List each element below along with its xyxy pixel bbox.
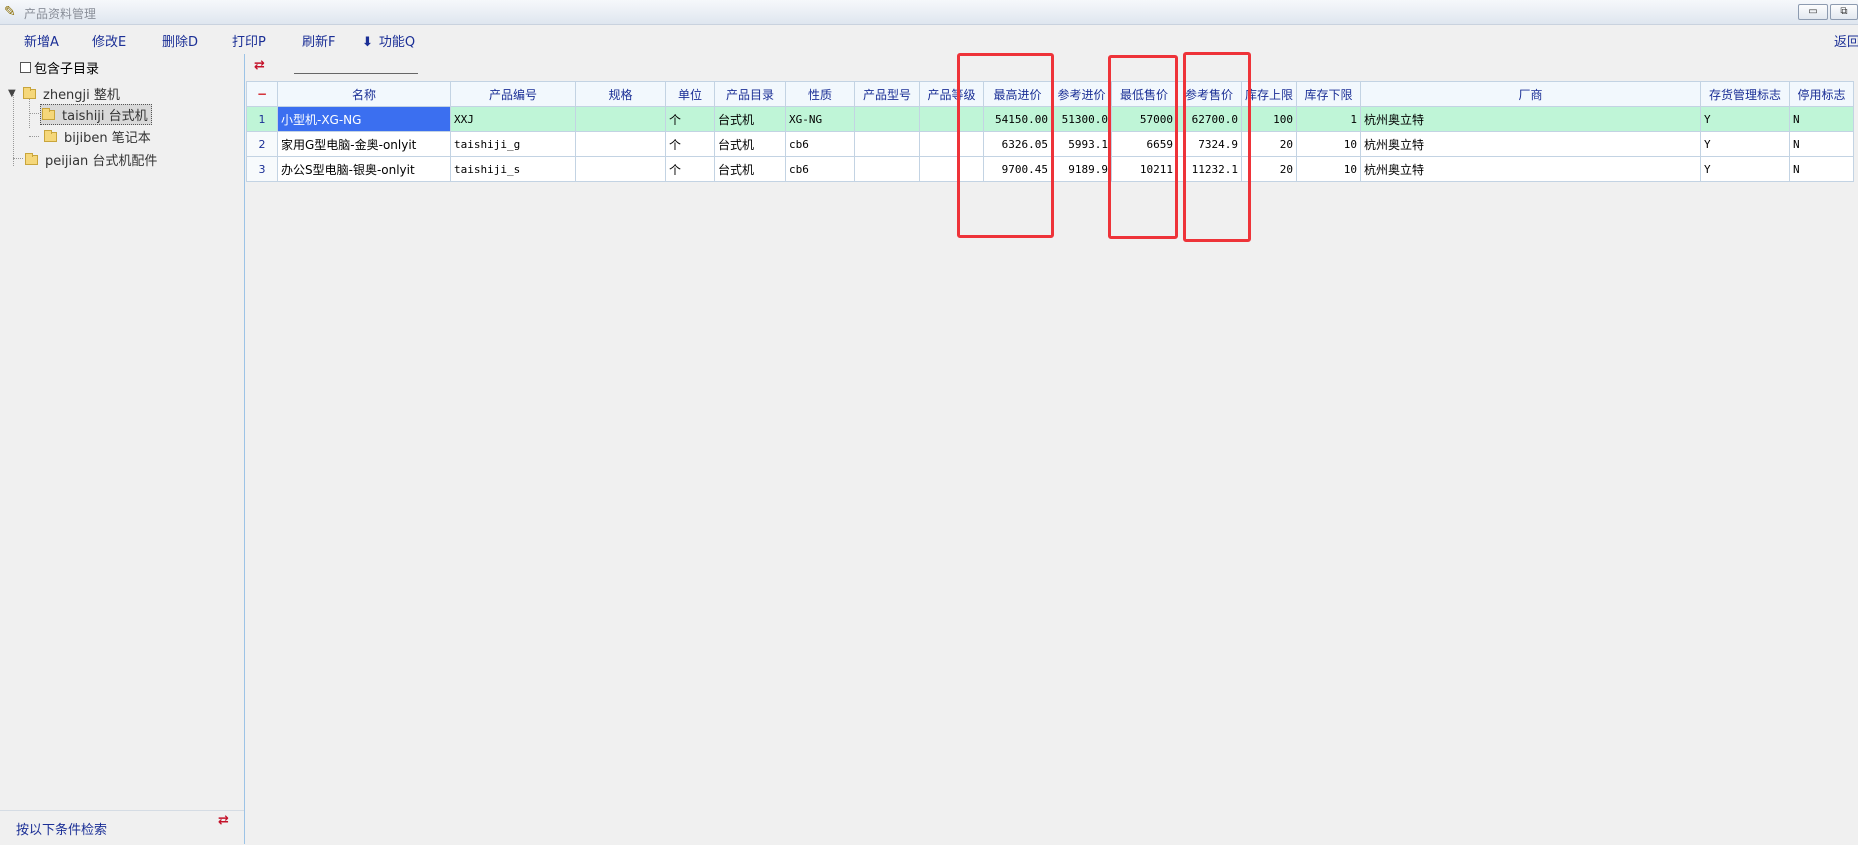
checkbox-icon [20,62,31,73]
cell-name[interactable]: 办公S型电脑-银奥-onlyit [277,156,451,182]
search-conditions-label[interactable]: 按以下条件检索 [16,819,107,838]
cell-spec[interactable] [575,131,666,157]
column-header-code[interactable]: 产品编号 [450,81,576,107]
tree-connector [29,136,39,137]
cell-vendor[interactable]: 杭州奥立特 [1360,106,1701,132]
include-subdirectory-label: 包含子目录 [34,62,100,77]
table-corner[interactable]: − [246,81,278,107]
cell-model[interactable] [854,156,920,182]
tree-node-bijiben[interactable]: bijiben 笔记本 [44,127,151,146]
column-header-name[interactable]: 名称 [277,81,451,107]
cell-name[interactable]: 小型机-XG-NG [277,106,451,132]
tree-connector [29,113,39,114]
print-button[interactable]: 打印P [232,31,266,50]
cell-vendor[interactable]: 杭州奥立特 [1360,156,1701,182]
cell-spec[interactable] [575,106,666,132]
collapse-icon: − [256,87,268,101]
column-header-model[interactable]: 产品型号 [854,81,920,107]
arrow-down-icon: ⬇ [362,35,373,50]
column-header-ref-purchase-price[interactable]: 参考进价 [1051,81,1112,107]
cell-ref-purchase-price[interactable]: 5993.1 [1051,131,1112,157]
app-icon: ✎ [4,4,16,20]
tree-connector [13,92,14,166]
cell-inventory-flag[interactable]: Y [1700,156,1790,182]
column-header-nature[interactable]: 性质 [785,81,855,107]
function-menu-label: 功能Q [378,35,416,50]
column-header-spec[interactable]: 规格 [575,81,666,107]
cell-disabled-flag[interactable]: N [1789,106,1854,132]
folder-icon [44,129,57,142]
swap-icon[interactable]: ⇄ [254,58,265,73]
cell-catalog[interactable]: 台式机 [714,156,786,182]
cell-name[interactable]: 家用G型电脑-金奥-onlyit [277,131,451,157]
column-header-unit[interactable]: 单位 [665,81,715,107]
tree-node-label: bijiben 笔记本 [64,131,151,146]
cell-vendor[interactable]: 杭州奥立特 [1360,131,1701,157]
cell-unit[interactable]: 个 [665,131,715,157]
row-number[interactable]: 3 [246,156,278,182]
folder-icon [23,86,36,99]
edit-button[interactable]: 修改E [92,31,126,50]
swap-icon[interactable]: ⇄ [218,813,229,828]
tree-connector [13,158,23,159]
window-titlebar: ✎ 产品资料管理 ▭ ⧉ [0,0,1858,25]
cell-code[interactable]: taishiji_s [450,156,576,182]
tree-node-label: peijian 台式机配件 [45,154,158,169]
row-number[interactable]: 2 [246,131,278,157]
cell-code[interactable]: taishiji_g [450,131,576,157]
column-header-vendor[interactable]: 厂商 [1360,81,1701,107]
folder-open-icon [42,107,55,120]
minimize-button[interactable]: ▭ [1798,4,1828,20]
column-header-catalog[interactable]: 产品目录 [714,81,786,107]
cell-stock-min[interactable]: 10 [1296,131,1361,157]
cell-model[interactable] [854,131,920,157]
window-title: 产品资料管理 [24,7,97,21]
tree-node-peijian[interactable]: peijian 台式机配件 [25,150,157,169]
search-conditions-bar: 按以下条件检索 ⇄ [0,810,244,845]
add-button[interactable]: 新增A [24,31,59,50]
cell-inventory-flag[interactable]: Y [1700,131,1790,157]
folder-icon [25,152,38,165]
filter-input[interactable] [294,73,418,74]
back-button[interactable]: 返回 [1834,31,1858,50]
cell-disabled-flag[interactable]: N [1789,156,1854,182]
tree-node-label: zhengji 整机 [43,88,120,103]
tree-node-zhengji[interactable]: ▼ zhengji 整机 [8,84,120,103]
row-number[interactable]: 1 [246,106,278,132]
column-header-inventory-flag[interactable]: 存货管理标志 [1700,81,1790,107]
column-header-stock-min[interactable]: 库存下限 [1296,81,1361,107]
cell-disabled-flag[interactable]: N [1789,131,1854,157]
cell-stock-min[interactable]: 10 [1296,156,1361,182]
cell-code[interactable]: XXJ [450,106,576,132]
expand-icon[interactable]: ▼ [8,88,17,99]
cell-spec[interactable] [575,156,666,182]
cell-nature[interactable]: cb6 [785,131,855,157]
cell-model[interactable] [854,106,920,132]
cell-catalog[interactable]: 台式机 [714,131,786,157]
tree-node-label: taishiji 台式机 [62,109,148,124]
cell-inventory-flag[interactable]: Y [1700,106,1790,132]
cell-ref-purchase-price[interactable]: 9189.9 [1051,156,1112,182]
refresh-button[interactable]: 刷新F [302,31,335,50]
cell-nature[interactable]: cb6 [785,156,855,182]
restore-button[interactable]: ⧉ [1830,4,1858,20]
cell-ref-purchase-price[interactable]: 51300.0 [1051,106,1112,132]
category-tree-pane: 包含子目录 ▼ zhengji 整机 taishiji 台式机 bijiben … [0,54,245,844]
delete-button[interactable]: 删除D [162,31,198,50]
include-subdirectory-checkbox[interactable]: 包含子目录 [20,58,99,77]
toolbar: 新增A 修改E 删除D 打印P 刷新F ⬇ 功能Q 返回 [0,26,1858,52]
function-menu-button[interactable]: ⬇ 功能Q [362,31,415,50]
tree-node-taishiji[interactable]: taishiji 台式机 [40,104,152,125]
highlight-box-ref-sale-price [1183,52,1251,242]
highlight-box-max-purchase-price [957,53,1054,238]
cell-stock-min[interactable]: 1 [1296,106,1361,132]
column-header-disabled-flag[interactable]: 停用标志 [1789,81,1854,107]
cell-unit[interactable]: 个 [665,106,715,132]
cell-nature[interactable]: XG-NG [785,106,855,132]
highlight-box-min-sale-price [1108,55,1178,239]
cell-catalog[interactable]: 台式机 [714,106,786,132]
cell-unit[interactable]: 个 [665,156,715,182]
